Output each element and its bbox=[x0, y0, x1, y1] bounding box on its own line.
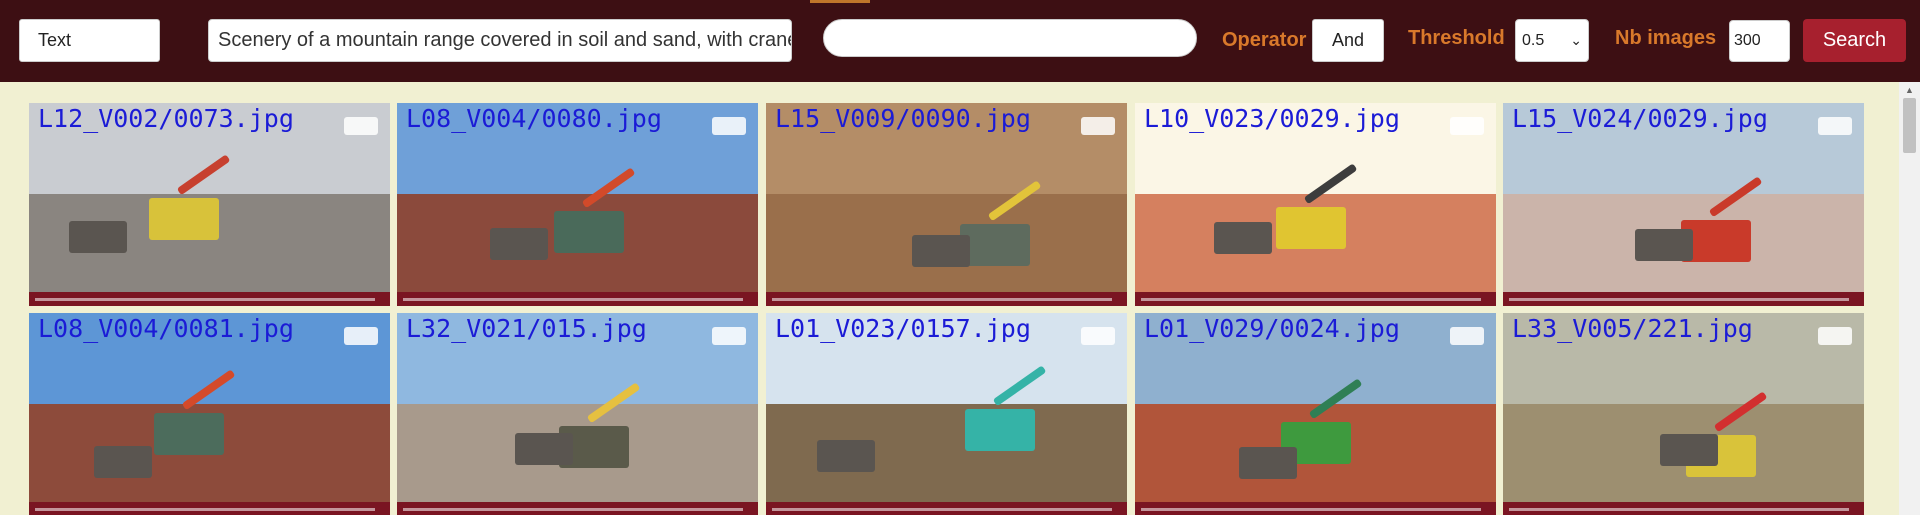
top-accent-bar bbox=[810, 0, 870, 3]
scroll-thumb[interactable] bbox=[1903, 98, 1916, 153]
news-ticker bbox=[1135, 502, 1496, 515]
thumbnail-image bbox=[1135, 313, 1496, 515]
search-button[interactable]: Search bbox=[1803, 19, 1906, 62]
result-filename: L15_V024/0029.jpg bbox=[1512, 104, 1768, 133]
result-thumbnail[interactable]: L15_V024/0029.jpg bbox=[1503, 103, 1864, 306]
thumbnail-image bbox=[29, 313, 390, 515]
results-grid: L12_V002/0073.jpg L08_V004/0080.jpg L15_… bbox=[29, 103, 1869, 515]
operator-label: Operator bbox=[1222, 29, 1307, 51]
secondary-query-input[interactable] bbox=[823, 19, 1197, 57]
thumbnail-image bbox=[29, 103, 390, 306]
result-filename: L32_V021/015.jpg bbox=[406, 314, 647, 343]
thumbnail-image bbox=[1135, 103, 1496, 306]
news-ticker bbox=[29, 292, 390, 306]
result-thumbnail[interactable]: L01_V029/0024.jpg bbox=[1135, 313, 1496, 515]
result-thumbnail[interactable]: L08_V004/0081.jpg bbox=[29, 313, 390, 515]
top-toolbar: Text Scenery of a mountain range covered… bbox=[0, 0, 1920, 82]
result-thumbnail[interactable]: L12_V002/0073.jpg bbox=[29, 103, 390, 306]
chevron-down-icon: ⌄ bbox=[1570, 32, 1582, 48]
result-thumbnail[interactable]: L01_V023/0157.jpg bbox=[766, 313, 1127, 515]
news-ticker bbox=[766, 292, 1127, 306]
channel-logo bbox=[712, 117, 746, 135]
thumbnail-image bbox=[1503, 103, 1864, 306]
result-filename: L12_V002/0073.jpg bbox=[38, 104, 294, 133]
thumbnail-image bbox=[766, 313, 1127, 515]
mode-select[interactable]: Text bbox=[19, 19, 160, 62]
news-ticker bbox=[29, 502, 390, 515]
channel-logo bbox=[1818, 327, 1852, 345]
channel-logo bbox=[712, 327, 746, 345]
result-filename: L01_V023/0157.jpg bbox=[775, 314, 1031, 343]
result-filename: L10_V023/0029.jpg bbox=[1144, 104, 1400, 133]
channel-logo bbox=[1081, 117, 1115, 135]
result-thumbnail[interactable]: L10_V023/0029.jpg bbox=[1135, 103, 1496, 306]
news-ticker bbox=[397, 502, 758, 515]
thumbnail-image bbox=[766, 103, 1127, 306]
result-filename: L08_V004/0081.jpg bbox=[38, 314, 294, 343]
result-thumbnail[interactable]: L15_V009/0090.jpg bbox=[766, 103, 1127, 306]
scrollbar[interactable]: ▲ bbox=[1899, 82, 1920, 515]
channel-logo bbox=[1081, 327, 1115, 345]
news-ticker bbox=[766, 502, 1127, 515]
thumbnail-image bbox=[397, 313, 758, 515]
query-input[interactable]: Scenery of a mountain range covered in s… bbox=[208, 19, 792, 62]
thumbnail-image bbox=[1503, 313, 1864, 515]
result-thumbnail[interactable]: L08_V004/0080.jpg bbox=[397, 103, 758, 306]
channel-logo bbox=[344, 327, 378, 345]
nb-images-input[interactable]: 300 bbox=[1729, 20, 1790, 62]
threshold-select[interactable]: 0.5 ⌄ bbox=[1515, 19, 1589, 62]
threshold-label: Threshold bbox=[1408, 27, 1505, 49]
channel-logo bbox=[344, 117, 378, 135]
scroll-up-icon[interactable]: ▲ bbox=[1899, 82, 1920, 98]
channel-logo bbox=[1450, 327, 1484, 345]
channel-logo bbox=[1818, 117, 1852, 135]
result-filename: L15_V009/0090.jpg bbox=[775, 104, 1031, 133]
nb-images-label: Nb images bbox=[1615, 27, 1717, 49]
channel-logo bbox=[1450, 117, 1484, 135]
news-ticker bbox=[1503, 502, 1864, 515]
result-thumbnail[interactable]: L33_V005/221.jpg bbox=[1503, 313, 1864, 515]
thumbnail-image bbox=[397, 103, 758, 306]
result-filename: L01_V029/0024.jpg bbox=[1144, 314, 1400, 343]
threshold-value: 0.5 bbox=[1522, 32, 1545, 49]
news-ticker bbox=[1503, 292, 1864, 306]
news-ticker bbox=[1135, 292, 1496, 306]
news-ticker bbox=[397, 292, 758, 306]
result-filename: L08_V004/0080.jpg bbox=[406, 104, 662, 133]
result-filename: L33_V005/221.jpg bbox=[1512, 314, 1753, 343]
operator-select[interactable]: And bbox=[1312, 19, 1384, 62]
result-thumbnail[interactable]: L32_V021/015.jpg bbox=[397, 313, 758, 515]
